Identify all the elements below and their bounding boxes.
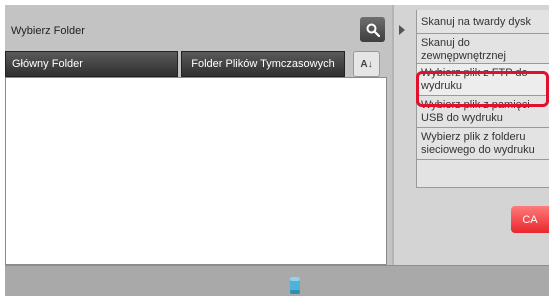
main-panel: Wybierz Folder Główny Folder Folder Plik…: [5, 5, 392, 265]
menu-item-label: Wybierz plik z pamięci USB do wydruku: [421, 99, 530, 124]
menu-item-label: Skanuj do zewnępwnętrznej pamięci: [421, 37, 506, 62]
screen: Wybierz Folder Główny Folder Folder Plik…: [5, 5, 549, 296]
file-list-area[interactable]: [5, 77, 387, 265]
ca-button[interactable]: CA: [511, 206, 549, 233]
sort-label: A↓: [360, 58, 373, 70]
bottom-bar: [5, 265, 549, 296]
menu-item-label: Wybierz plik z folderu sieciowego do wyd…: [421, 131, 535, 156]
menu-item-label: Skanuj na twardy dysk: [421, 16, 532, 28]
menu-item-network-print[interactable]: Wybierz plik z folderu sieciowego do wyd…: [416, 128, 549, 160]
menu-item-label: Wybierz plik z FTP do wydruku: [421, 67, 528, 92]
menu-item-empty: [416, 160, 549, 188]
main-folder-button[interactable]: Główny Folder: [5, 51, 178, 77]
action-menu: Skanuj na twardy dysk Skanuj do zewnępwn…: [416, 10, 549, 188]
search-button[interactable]: [360, 17, 385, 42]
expand-arrow-icon[interactable]: [399, 25, 405, 35]
menu-item-ftp-print[interactable]: Wybierz plik z FTP do wydruku: [416, 64, 549, 96]
storage-icon[interactable]: [289, 275, 301, 295]
menu-item-usb-print[interactable]: Wybierz plik z pamięci USB do wydruku: [416, 96, 549, 128]
sort-button[interactable]: A↓: [353, 51, 380, 77]
action-panel: Skanuj na twardy dysk Skanuj do zewnępwn…: [394, 5, 549, 265]
temp-folder-button[interactable]: Folder Plików Tymczasowych: [181, 51, 345, 77]
ca-label: CA: [522, 213, 538, 226]
title-bar: Wybierz Folder: [5, 17, 351, 47]
menu-item-scan-external[interactable]: Skanuj do zewnępwnętrznej pamięci: [416, 34, 549, 64]
search-icon: [366, 23, 380, 37]
menu-item-scan-hdd[interactable]: Skanuj na twardy dysk: [416, 10, 549, 34]
page-title: Wybierz Folder: [11, 25, 85, 37]
